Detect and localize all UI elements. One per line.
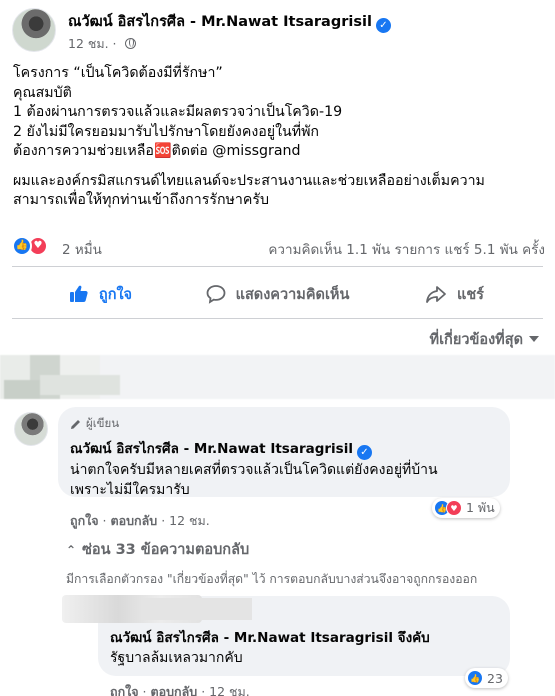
- reaction-count[interactable]: 2 หมื่น: [62, 238, 102, 260]
- globe-icon: [124, 38, 136, 49]
- author-avatar[interactable]: [12, 8, 56, 52]
- share-arrow-icon: [426, 286, 446, 303]
- author-badge: ผู้เขียน: [70, 415, 498, 433]
- post-line: คุณสมบัติ: [13, 84, 72, 101]
- post-line: ต้องการความช่วยเหลือ🆘ติดต่อ @missgrand: [13, 143, 301, 159]
- comment-like-button[interactable]: ถูกใจ: [70, 513, 99, 528]
- post-line: ผมและองค์กรมิสแกรนด์ไทยแลนด์จะประสานงานแ…: [13, 172, 485, 189]
- reply-reaction-count: 23: [487, 670, 503, 686]
- share-label: แชร์: [457, 286, 484, 303]
- post-body: โครงการ “เป็นโควิดต้องมีที่รักษา” คุณสมบ…: [13, 64, 545, 211]
- sort-label: ที่เกี่ยวข้องที่สุด: [429, 332, 523, 348]
- post-stats: 👍 ♥ 2 หมื่น ความคิดเห็น 1.1 พัน รายการ แ…: [12, 234, 545, 258]
- reply-timestamp[interactable]: 12 ชม.: [209, 684, 250, 696]
- divider: [12, 266, 543, 267]
- comment-text: น่าตกใจครับมีหลายเคสที่ตรวจแล้วเป็นโควิด…: [70, 462, 438, 478]
- chevron-down-icon: [529, 336, 539, 342]
- comment-reactions[interactable]: 👍 ♥ 1 พัน: [432, 498, 500, 518]
- reply-author-name[interactable]: ณวัฒน์ อิสรไกรศีล - Mr.Nawat Itsaragrisi…: [110, 626, 498, 648]
- like-reaction-icon[interactable]: 👍: [12, 236, 32, 256]
- post-meta: 12 ชม. ·: [68, 34, 136, 54]
- post-header: ณวัฒน์ อิสรไกรศีล - Mr.Nawat Itsaragrisi…: [12, 8, 543, 54]
- comment-bubble: ผู้เขียน ณวัฒน์ อิสรไกรศีล - Mr.Nawat It…: [58, 407, 510, 498]
- blurred-text: [142, 598, 252, 620]
- commenter-avatar[interactable]: [14, 412, 48, 446]
- post-line: โครงการ “เป็นโควิดต้องมีที่รักษา”: [13, 65, 223, 81]
- post-line: 2 ยังไม่มีใครยอมมารับไปรักษาโดยยังคงอยู่…: [13, 123, 320, 140]
- comment-icon: [206, 285, 226, 304]
- share-button[interactable]: แชร์: [366, 276, 543, 312]
- post-timestamp[interactable]: 12 ชม.: [68, 36, 109, 51]
- hide-replies-label: ซ่อน 33 ข้อความตอบกลับ: [82, 542, 250, 558]
- like-label: ถูกใจ: [98, 286, 133, 303]
- verified-badge-icon: ✓: [356, 445, 372, 460]
- reply-like-button[interactable]: ถูกใจ: [110, 684, 139, 696]
- post-author-name[interactable]: ณวัฒน์ อิสรไกรศีล - Mr.Nawat Itsaragrisi…: [68, 14, 372, 30]
- comment-author-link[interactable]: ณวัฒน์ อิสรไกรศีล - Mr.Nawat Itsaragrisi…: [70, 441, 353, 457]
- love-reaction-icon: ♥: [446, 500, 462, 516]
- comment-timestamp[interactable]: 12 ชม.: [169, 513, 210, 528]
- reply-reactions[interactable]: 👍 23: [465, 668, 508, 688]
- post-author[interactable]: ณวัฒน์ อิสรไกรศีล - Mr.Nawat Itsaragrisi…: [68, 10, 391, 33]
- reply-reply-button[interactable]: ตอบกลับ: [151, 684, 198, 696]
- filter-note: มีการเลือกตัวกรอง "เกี่ยวข้องที่สุด" ไว้…: [66, 572, 478, 586]
- thumbs-up-icon: [69, 285, 88, 302]
- like-reaction-icon: 👍: [467, 670, 483, 686]
- chevron-up-icon: ⌃: [66, 543, 77, 557]
- comment-reply-button[interactable]: ตอบกลับ: [111, 513, 158, 528]
- blurred-comment: [0, 355, 555, 399]
- comment-text: เพราะไม่มีใครมารับ: [70, 482, 190, 498]
- like-button[interactable]: ถูกใจ: [12, 276, 189, 312]
- reply-actions: ถูกใจ · ตอบกลับ · 12 ชม.: [110, 682, 250, 696]
- comment-label: แสดงความคิดเห็น: [235, 286, 350, 303]
- comment-button[interactable]: แสดงความคิดเห็น: [189, 276, 366, 312]
- comment-actions: ถูกใจ · ตอบกลับ · 12 ชม.: [70, 513, 210, 528]
- pencil-icon: [71, 420, 80, 429]
- post-line: 1 ต้องผ่านการตรวจแล้วและมีผลตรวจว่าเป็นโ…: [13, 104, 343, 120]
- comment-sort-dropdown[interactable]: ที่เกี่ยวข้องที่สุด: [430, 328, 539, 351]
- verified-badge-icon: ✓: [375, 18, 391, 33]
- divider: [12, 318, 543, 319]
- comment-share-counts[interactable]: ความคิดเห็น 1.1 พัน รายการ แชร์ 5.1 พัน …: [268, 238, 545, 260]
- comment-author-name[interactable]: ณวัฒน์ อิสรไกรศีล - Mr.Nawat Itsaragrisi…: [70, 437, 498, 460]
- post-line: สามารถเพื่อให้ทุกท่านเข้าถึงการรักษาครับ: [13, 192, 269, 208]
- author-badge-label: ผู้เขียน: [86, 416, 120, 430]
- action-bar: ถูกใจ แสดงความคิดเห็น แชร์: [12, 276, 543, 312]
- comment-reaction-count: 1 พัน: [466, 500, 495, 515]
- reply-text: รัฐบาลล้มเหลวมากคับ: [110, 650, 243, 666]
- hide-replies-button[interactable]: ⌃ ซ่อน 33 ข้อความตอบกลับ: [66, 538, 249, 561]
